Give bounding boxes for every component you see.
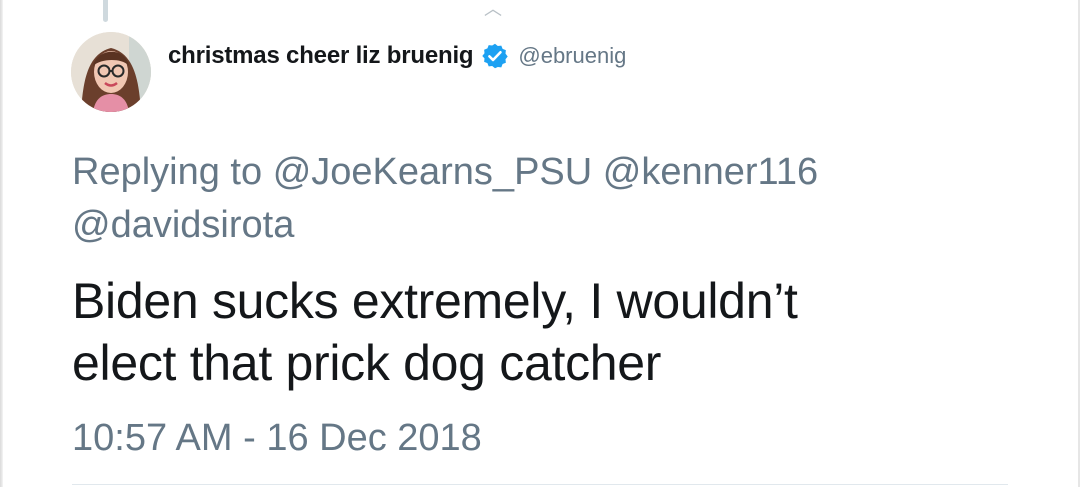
profile-photo-icon <box>71 32 151 112</box>
tweet-screenshot: ︿ christmas cheer liz bruenig @ebruenig … <box>0 0 1080 487</box>
avatar[interactable] <box>71 32 151 112</box>
tweet-timestamp[interactable]: 10:57 AM - 16 Dec 2018 <box>72 416 482 460</box>
display-name[interactable]: christmas cheer liz bruenig <box>168 42 474 70</box>
tweet-text-line: elect that prick dog catcher <box>72 335 662 391</box>
divider <box>72 484 1008 485</box>
mention-link[interactable]: @JoeKearns_PSU <box>273 151 593 193</box>
mention-link[interactable]: @kenner116 <box>603 151 818 193</box>
replying-to-line: Replying to @JoeKearns_PSU @kenner116 @d… <box>72 146 1032 252</box>
mention-link[interactable]: @davidsirota <box>72 204 294 246</box>
screen-edge-left <box>0 0 3 487</box>
thread-connector-line <box>103 0 108 22</box>
tweet-header: christmas cheer liz bruenig @ebruenig <box>168 38 626 74</box>
user-handle[interactable]: @ebruenig <box>518 43 626 69</box>
collapse-chevron-icon: ︿ <box>484 0 502 19</box>
tweet-text: Biden sucks extremely, I wouldn’t elect … <box>72 270 1062 394</box>
replying-to-label: Replying to <box>72 151 263 193</box>
verified-badge-icon <box>481 42 509 70</box>
tweet-text-line: Biden sucks extremely, I wouldn’t <box>72 273 798 329</box>
